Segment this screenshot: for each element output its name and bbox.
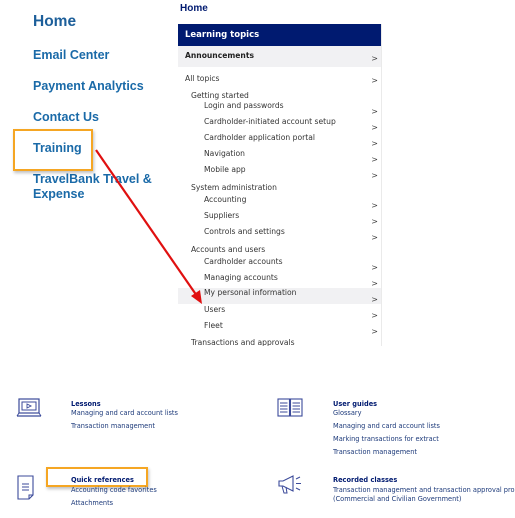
nav-contact-us[interactable]: Contact Us bbox=[33, 110, 99, 124]
nav-home[interactable]: Home bbox=[33, 13, 76, 31]
topic-label: Suppliers bbox=[204, 211, 240, 220]
chevron-right-icon[interactable]: > bbox=[371, 123, 378, 132]
topic-row: Transactions and approvals bbox=[178, 338, 381, 346]
document-icon bbox=[17, 475, 34, 500]
topic-label: Users bbox=[204, 305, 226, 314]
topic-row: Getting started bbox=[178, 91, 381, 101]
lessons-title: Lessons bbox=[71, 400, 101, 408]
topic-label: Mobile app bbox=[204, 165, 246, 174]
chevron-right-icon[interactable]: > bbox=[371, 155, 378, 164]
lessons-link[interactable]: Managing and card account lists bbox=[71, 409, 178, 417]
chevron-right-icon[interactable]: > bbox=[371, 139, 378, 148]
topic-row: Accounts and users bbox=[178, 245, 381, 255]
topic-row[interactable]: Accounting > bbox=[178, 194, 381, 210]
topic-row: System administration bbox=[178, 183, 381, 193]
topic-label: My personal information bbox=[204, 288, 297, 297]
topic-label: Accounts and users bbox=[191, 245, 266, 254]
training-highlight-box bbox=[13, 129, 93, 171]
topic-label: Transactions and approvals bbox=[191, 338, 295, 346]
topic-label: Accounting bbox=[204, 195, 247, 204]
quick-references-title: Quick references bbox=[71, 476, 134, 484]
chevron-right-icon[interactable]: > bbox=[371, 171, 378, 180]
user-guides-link[interactable]: Managing and card account lists bbox=[333, 422, 440, 430]
topic-row[interactable]: Cardholder-initiated account setup > bbox=[178, 116, 381, 132]
topic-label: Cardholder-initiated account setup bbox=[204, 117, 336, 126]
topic-row[interactable]: Controls and settings > bbox=[178, 226, 381, 242]
nav-email-center[interactable]: Email Center bbox=[33, 48, 109, 62]
lessons-link[interactable]: Transaction management bbox=[71, 422, 155, 430]
topic-label: Login and passwords bbox=[204, 101, 284, 110]
topic-row[interactable]: Managing accounts > bbox=[178, 272, 381, 288]
topic-label: Navigation bbox=[204, 149, 245, 158]
topic-row[interactable]: My personal information > bbox=[178, 288, 381, 304]
monitor-play-icon bbox=[16, 398, 42, 417]
topic-label: Announcements bbox=[185, 51, 254, 60]
chevron-right-icon[interactable]: > bbox=[371, 295, 378, 304]
chevron-right-icon[interactable]: > bbox=[371, 311, 378, 320]
topic-row[interactable]: Navigation > bbox=[178, 148, 381, 164]
chevron-right-icon[interactable]: > bbox=[371, 327, 378, 336]
user-guides-link[interactable]: Glossary bbox=[333, 409, 362, 417]
chevron-right-icon[interactable]: > bbox=[371, 233, 378, 242]
topic-row[interactable]: Cardholder application portal > bbox=[178, 132, 381, 148]
chevron-right-icon[interactable]: > bbox=[371, 54, 378, 63]
recorded-classes-link[interactable]: Transaction management and transaction a… bbox=[333, 486, 515, 494]
topic-row[interactable]: Users > bbox=[178, 304, 381, 320]
topic-row[interactable]: Login and passwords > bbox=[178, 101, 381, 116]
topic-row[interactable]: Cardholder accounts > bbox=[178, 256, 381, 272]
user-guides-link[interactable]: Marking transactions for extract bbox=[333, 435, 439, 443]
topic-label: Controls and settings bbox=[204, 227, 285, 236]
topic-label: Cardholder accounts bbox=[204, 257, 283, 266]
nav-payment-analytics[interactable]: Payment Analytics bbox=[33, 79, 144, 93]
megaphone-icon bbox=[278, 475, 301, 494]
recorded-classes-link-line2[interactable]: (Commercial and Civilian Government) bbox=[333, 495, 461, 503]
topic-label: Getting started bbox=[191, 91, 249, 100]
panel-breadcrumb-home[interactable]: Home bbox=[180, 3, 208, 14]
topic-label: Fleet bbox=[204, 321, 223, 330]
quick-references-link[interactable]: Attachments bbox=[71, 499, 113, 507]
topic-row[interactable]: All topics > bbox=[178, 67, 381, 89]
topic-row[interactable]: Announcements > bbox=[178, 46, 381, 67]
user-guides-title: User guides bbox=[333, 400, 378, 408]
topic-row[interactable]: Suppliers > bbox=[178, 210, 381, 226]
topic-row[interactable]: Fleet > bbox=[178, 320, 381, 336]
chevron-right-icon[interactable]: > bbox=[371, 217, 378, 226]
chevron-right-icon[interactable]: > bbox=[371, 263, 378, 272]
learning-topics-panel: Learning topics Announcements > All topics… bbox=[178, 24, 382, 346]
panel-header: Learning topics bbox=[178, 24, 381, 46]
chevron-right-icon[interactable]: > bbox=[371, 76, 378, 85]
topic-label: Managing accounts bbox=[204, 273, 278, 282]
topic-row[interactable]: Mobile app > bbox=[178, 164, 381, 180]
topic-label: Cardholder application portal bbox=[204, 133, 315, 142]
recorded-classes-title: Recorded classes bbox=[333, 476, 398, 484]
open-book-icon bbox=[277, 398, 303, 417]
quick-references-link[interactable]: Accounting code favorites bbox=[71, 486, 157, 494]
topic-label: All topics bbox=[185, 74, 220, 83]
chevron-right-icon[interactable]: > bbox=[371, 107, 378, 116]
nav-travelbank[interactable]: TravelBank Travel & bbox=[33, 172, 152, 186]
user-guides-link[interactable]: Transaction management bbox=[333, 448, 417, 456]
chevron-right-icon[interactable]: > bbox=[371, 279, 378, 288]
nav-travelbank-line2[interactable]: Expense bbox=[33, 187, 84, 201]
topic-label: System administration bbox=[191, 183, 277, 192]
chevron-right-icon[interactable]: > bbox=[371, 201, 378, 210]
